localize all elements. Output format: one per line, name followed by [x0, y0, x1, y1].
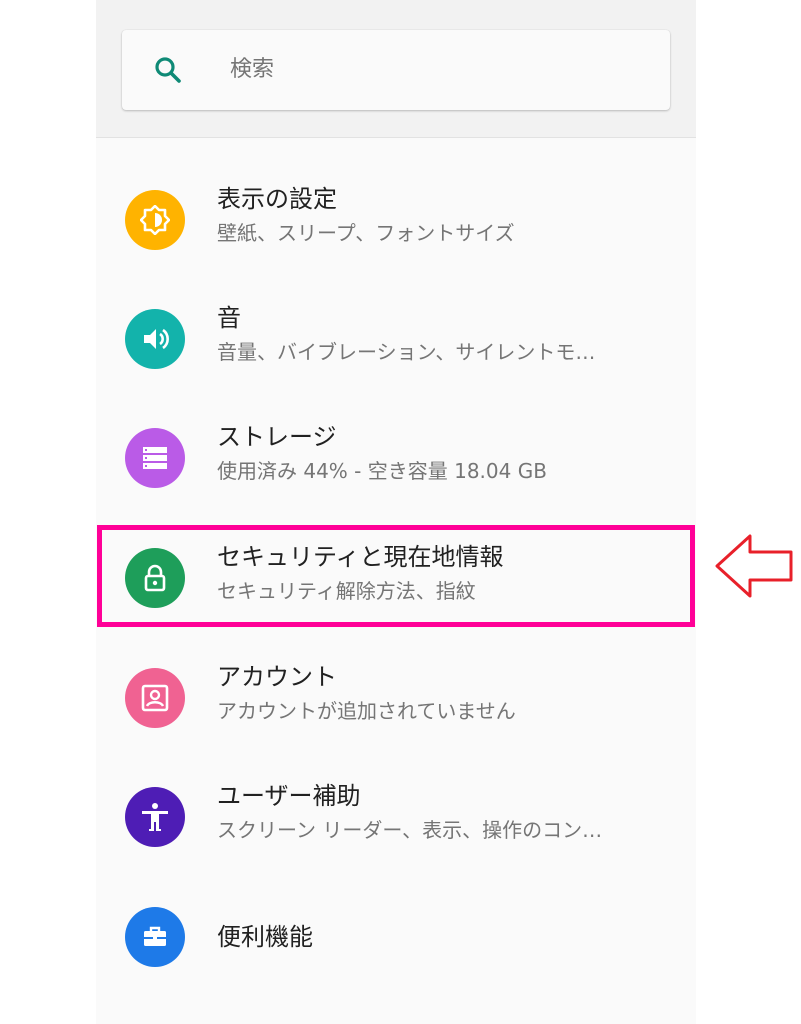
item-title: ユーザー補助: [217, 782, 361, 810]
settings-screen: 検索 表示の設定 壁紙、スリープ、フォントサイズ 音 音量、バイブレーション、サ…: [96, 0, 696, 1024]
settings-item-display[interactable]: 表示の設定 壁紙、スリープ、フォントサイズ: [96, 160, 696, 280]
item-title: 表示の設定: [217, 185, 337, 213]
item-summary: スクリーン リーダー、表示、操作のコン…: [217, 818, 603, 842]
account-icon: [125, 668, 185, 728]
settings-item-security-location[interactable]: セキュリティと現在地情報 セキュリティ解除方法、指紋: [96, 518, 696, 638]
item-title: アカウント: [217, 663, 337, 691]
settings-item-storage[interactable]: ストレージ 使用済み 44% - 空き容量 18.04 GB: [96, 398, 696, 518]
settings-item-accounts[interactable]: アカウント アカウントが追加されていません: [96, 638, 696, 758]
item-title: 音: [217, 304, 241, 332]
storage-icon: [125, 428, 185, 488]
accessibility-icon: [125, 787, 185, 847]
brightness-icon: [125, 190, 185, 250]
item-title: セキュリティと現在地情報: [217, 543, 504, 571]
search-input[interactable]: 検索: [230, 54, 274, 86]
settings-item-accessibility[interactable]: ユーザー補助 スクリーン リーダー、表示、操作のコン…: [96, 757, 696, 877]
left-arrow-icon: [715, 534, 793, 598]
search-box[interactable]: 検索: [122, 30, 670, 110]
item-summary: 音量、バイブレーション、サイレントモ…: [217, 340, 596, 364]
lock-icon: [125, 548, 185, 608]
settings-item-useful-features[interactable]: 便利機能: [96, 877, 696, 997]
settings-item-sound[interactable]: 音 音量、バイブレーション、サイレントモ…: [96, 279, 696, 399]
item-summary: 壁紙、スリープ、フォントサイズ: [217, 221, 515, 245]
toolbox-icon: [125, 907, 185, 967]
search-icon: [155, 57, 181, 83]
item-summary: アカウントが追加されていません: [217, 699, 516, 723]
search-bar-container: 検索: [96, 0, 696, 138]
item-summary: 使用済み 44% - 空き容量 18.04 GB: [217, 459, 547, 483]
item-summary: セキュリティ解除方法、指紋: [217, 579, 476, 603]
item-title: ストレージ: [217, 423, 337, 451]
item-title: 便利機能: [217, 923, 313, 951]
volume-icon: [125, 309, 185, 369]
